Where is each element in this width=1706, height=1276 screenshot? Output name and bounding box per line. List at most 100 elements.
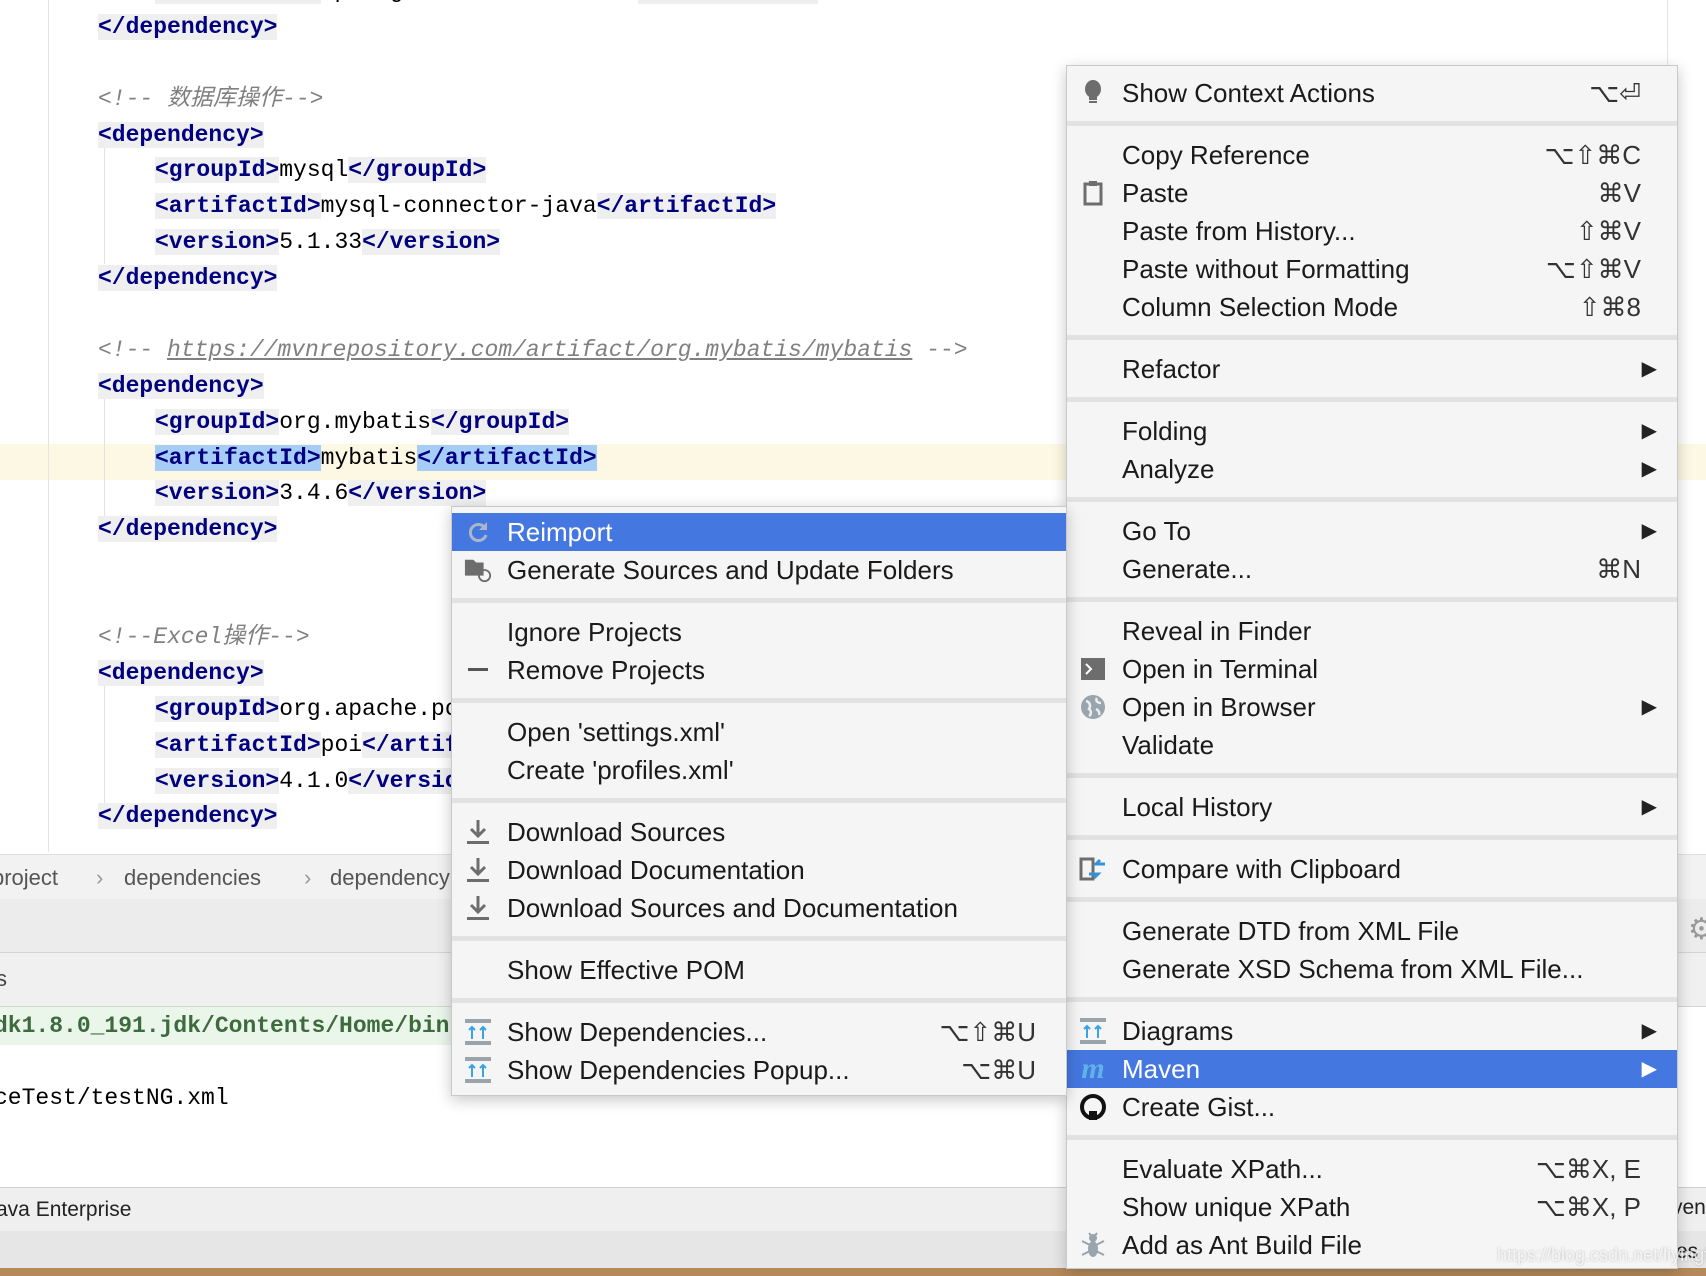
menu-item-diagrams[interactable]: Diagrams ▶ <box>1067 1012 1677 1050</box>
menu-item-label: Generate XSD Schema from XML File... <box>1122 954 1584 984</box>
xml-text: mysql <box>279 157 349 184</box>
xml-text: spring-boot-starter-web <box>321 0 638 4</box>
menu-item-compare-with-clipboard[interactable]: Compare with Clipboard <box>1067 850 1677 888</box>
menu-item-refactor[interactable]: Refactor ▶ <box>1067 350 1677 388</box>
xml-tag: <artifactId> <box>155 193 321 220</box>
menu-item-show-dependencies-popup[interactable]: Show Dependencies Popup... ⌥⌘U <box>452 1051 1066 1089</box>
shortcut-label: ⌘V <box>1597 178 1641 208</box>
breadcrumb-item[interactable]: project <box>0 865 58 891</box>
menu-separator <box>1067 326 1677 350</box>
xml-text: poi <box>320 731 363 758</box>
menu-item-remove-projects[interactable]: Remove Projects <box>452 651 1066 689</box>
menu-separator <box>452 789 1066 813</box>
menu-item-label: Download Documentation <box>507 855 805 885</box>
xml-text: mybatis <box>320 444 418 471</box>
xml-comment: <!-- 数据库操作--> <box>98 85 324 112</box>
menu-item-paste-from-history[interactable]: Paste from History... ⇧⌘V <box>1067 212 1677 250</box>
menu-item-label: Reveal in Finder <box>1122 616 1312 646</box>
xml-comment: --> <box>912 336 968 363</box>
gutter-divider <box>48 0 49 852</box>
xml-tag: </artifactId> <box>596 193 777 220</box>
shortcut-label: ⇧⌘V <box>1575 216 1641 246</box>
menu-item-reimport[interactable]: Reimport <box>452 513 1066 551</box>
menu-item-validate[interactable]: Validate <box>1067 726 1677 764</box>
window-bottom-edge <box>0 1268 1706 1276</box>
menu-item-generate-sources-and-update-folders[interactable]: Generate Sources and Update Folders <box>452 551 1066 589</box>
menu-item-label: Open 'settings.xml' <box>507 717 726 747</box>
console-path: dk1.8.0_191.jdk/Contents/Home/bin <box>0 1013 450 1039</box>
shortcut-label: ⇧⌘8 <box>1578 292 1641 322</box>
menu-item-open-settings-xml[interactable]: Open 'settings.xml' <box>452 713 1066 751</box>
menu-item-paste[interactable]: Paste ⌘V <box>1067 174 1677 212</box>
submenu-arrow-icon: ▶ <box>1641 358 1657 380</box>
menu-item-maven[interactable]: m Maven ▶ <box>1067 1050 1677 1088</box>
tool-window-tab[interactable]: s <box>0 966 7 992</box>
dependencies-icon <box>464 1056 492 1084</box>
menu-item-label: Download Sources <box>507 817 726 847</box>
gear-icon[interactable]: ⚙ <box>1688 912 1706 947</box>
menu-item-create-profiles-xml[interactable]: Create 'profiles.xml' <box>452 751 1066 789</box>
breadcrumb-item[interactable]: dependencies <box>124 865 261 891</box>
menu-item-ignore-projects[interactable]: Ignore Projects <box>452 613 1066 651</box>
menu-separator <box>452 927 1066 951</box>
menu-item-generate[interactable]: Generate... ⌘N <box>1067 550 1677 588</box>
xml-tag: </artifactId> <box>638 0 818 4</box>
menu-item-label: Local History <box>1122 792 1273 822</box>
github-icon <box>1079 1093 1107 1121</box>
xml-tag: </dependency> <box>98 516 278 543</box>
folder-refresh-icon <box>464 556 492 584</box>
menu-item-open-in-browser[interactable]: Open in Browser ▶ <box>1067 688 1677 726</box>
editor-context-menu: Show Context Actions ⌥⏎ Copy Reference ⌥⇧⌘C… <box>1066 65 1678 1269</box>
xml-tag: <dependency> <box>98 372 264 399</box>
menu-separator <box>1067 1126 1677 1150</box>
menu-item-column-selection-mode[interactable]: Column Selection Mode ⇧⌘8 <box>1067 288 1677 326</box>
menu-separator <box>452 989 1066 1013</box>
menu-item-download-documentation[interactable]: Download Documentation <box>452 851 1066 889</box>
xml-tag: <version> <box>155 767 280 794</box>
breadcrumb-item[interactable]: dependency <box>330 865 450 891</box>
menu-item-reveal-in-finder[interactable]: Reveal in Finder <box>1067 612 1677 650</box>
menu-item-download-sources[interactable]: Download Sources <box>452 813 1066 851</box>
status-tab-java-enterprise[interactable]: ava Enterprise <box>0 1198 131 1222</box>
menu-item-label: Show Context Actions <box>1122 78 1375 108</box>
menu-item-paste-without-formatting[interactable]: Paste without Formatting ⌥⇧⌘V <box>1067 250 1677 288</box>
menu-item-label: Folding <box>1122 416 1208 446</box>
menu-item-analyze[interactable]: Analyze ▶ <box>1067 450 1677 488</box>
menu-item-open-in-terminal[interactable]: Open in Terminal <box>1067 650 1677 688</box>
ant-icon <box>1079 1231 1107 1259</box>
menu-item-label: Generate Sources and Update Folders <box>507 555 954 585</box>
breadcrumb-separator: › <box>96 865 104 890</box>
terminal-icon <box>1079 655 1107 683</box>
menu-item-go-to[interactable]: Go To ▶ <box>1067 512 1677 550</box>
xml-tag: <groupId> <box>155 695 280 722</box>
dependencies-icon <box>464 1018 492 1046</box>
menu-separator <box>1067 488 1677 512</box>
menu-item-folding[interactable]: Folding ▶ <box>1067 412 1677 450</box>
menu-item-evaluate-xpath[interactable]: Evaluate XPath... ⌥⌘X, E <box>1067 1150 1677 1188</box>
menu-item-create-gist[interactable]: Create Gist... <box>1067 1088 1677 1126</box>
menu-item-show-context-actions[interactable]: Show Context Actions ⌥⏎ <box>1067 74 1677 112</box>
xml-tag: </dependency> <box>98 265 278 292</box>
xml-text: mysql-connector-java <box>320 193 597 220</box>
maven-submenu: Reimport Generate Sources and Update Fold… <box>451 506 1067 1096</box>
menu-item-label: Reimport <box>507 517 613 547</box>
menu-separator <box>1067 764 1677 788</box>
menu-item-local-history[interactable]: Local History ▶ <box>1067 788 1677 826</box>
menu-item-show-unique-xpath[interactable]: Show unique XPath ⌥⌘X, P <box>1067 1188 1677 1226</box>
menu-item-label: Diagrams <box>1122 1016 1234 1046</box>
menu-item-generate-xsd-schema-from-xml-file[interactable]: Generate XSD Schema from XML File... <box>1067 950 1677 988</box>
xml-tag: <version> <box>155 229 280 256</box>
menu-item-label: Go To <box>1122 516 1191 546</box>
xml-text: org.mybatis <box>279 408 432 435</box>
menu-item-show-effective-pom[interactable]: Show Effective POM <box>452 951 1066 989</box>
menu-separator <box>452 689 1066 713</box>
xml-text: 5.1.33 <box>279 229 363 256</box>
menu-item-show-dependencies[interactable]: Show Dependencies... ⌥⇧⌘U <box>452 1013 1066 1051</box>
menu-item-generate-dtd-from-xml-file[interactable]: Generate DTD from XML File <box>1067 912 1677 950</box>
comment-link[interactable]: https://mvnrepository.com/artifact/org.m… <box>167 337 912 363</box>
xml-comment: <!--Excel操作--> <box>98 624 310 651</box>
menu-item-copy-reference[interactable]: Copy Reference ⌥⇧⌘C <box>1067 136 1677 174</box>
menu-item-download-sources-and-documentation[interactable]: Download Sources and Documentation <box>452 889 1066 927</box>
menu-item-label: Remove Projects <box>507 655 705 685</box>
indent-guide <box>104 686 105 804</box>
